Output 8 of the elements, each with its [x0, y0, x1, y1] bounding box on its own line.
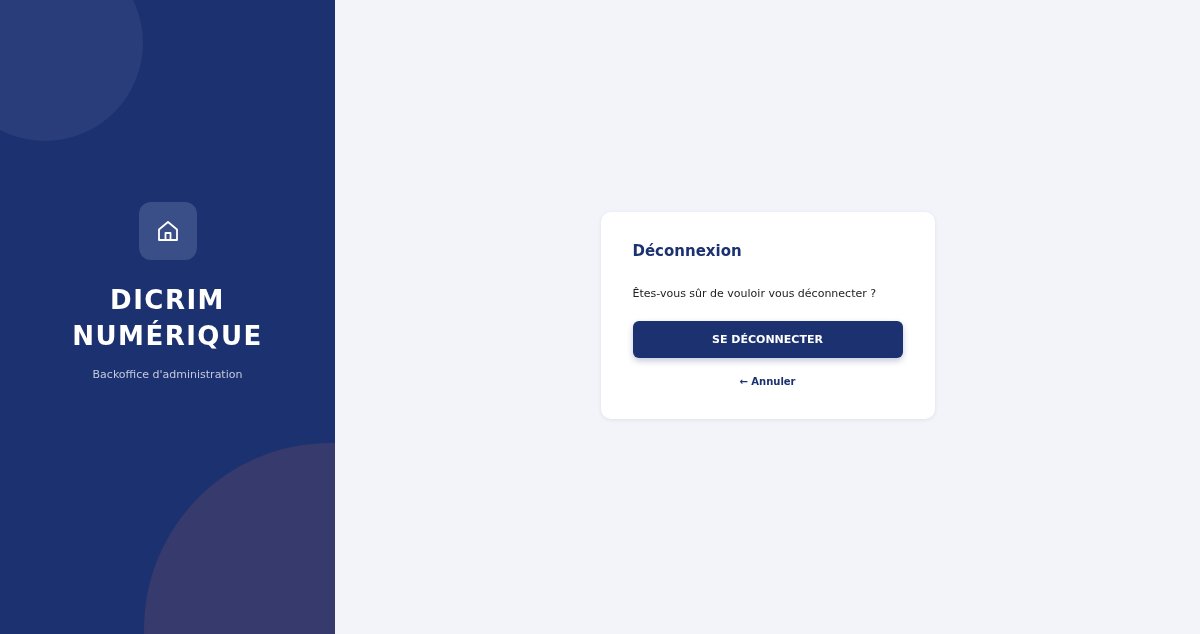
brand-title: NUMÉRIQUE [72, 319, 263, 353]
logout-button[interactable]: SE DÉCONNECTER [632, 320, 903, 358]
cancel-link[interactable]: ← Annuler [739, 375, 796, 387]
house-icon [155, 218, 180, 243]
brand-title: DICRIM [110, 283, 225, 317]
subtitle: Backoffice d'administration [92, 367, 243, 381]
confirm-message: Êtes-vous sûr de vouloir vous déconnecter ? [632, 286, 878, 300]
dialog-title: Déconnexion [632, 241, 743, 260]
